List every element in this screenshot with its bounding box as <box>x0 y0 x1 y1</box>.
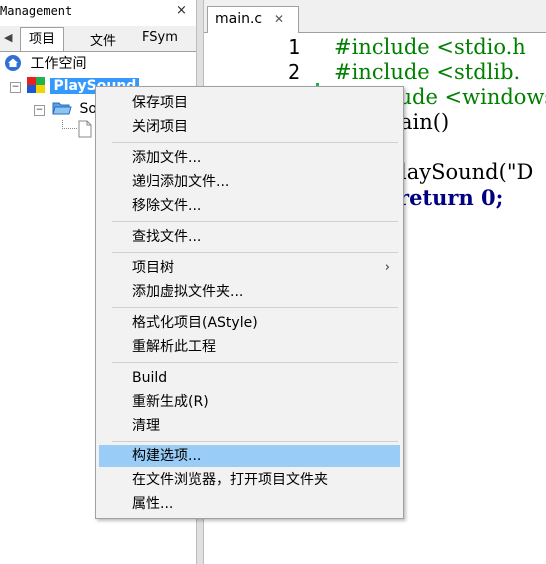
menu-separator <box>112 441 398 442</box>
menu-item-save-project[interactable]: 保存项目 <box>99 92 400 114</box>
code-line-2: #include <stdlib. <box>334 60 521 84</box>
workspace-label: 工作空间 <box>30 56 87 72</box>
tab-close-icon[interactable]: ✕ <box>274 7 284 31</box>
menu-item-open-in-file-browser[interactable]: 在文件浏览器，打开项目文件夹 <box>99 469 400 491</box>
management-close-icon[interactable]: × <box>176 3 187 18</box>
menu-item-add-files-recursive[interactable]: 递归添加文件... <box>99 171 400 193</box>
menu-separator <box>112 362 398 363</box>
menu-item-reparse-project[interactable]: 重解析此工程 <box>99 336 400 358</box>
tab-files[interactable]: 文件 <box>90 30 116 49</box>
line-number-2: 2 <box>287 60 300 84</box>
folder-open-icon <box>52 102 72 115</box>
file-icon <box>78 120 92 138</box>
code-line-4: ain() <box>400 110 450 134</box>
workspace-home-icon <box>5 55 21 71</box>
tab-scroll-left-icon[interactable]: ◀ <box>4 31 12 44</box>
menu-item-build-options[interactable]: 构建选项... <box>99 445 400 467</box>
menu-item-close-project[interactable]: 关闭项目 <box>99 116 400 138</box>
project-collapse-icon[interactable]: − <box>10 82 21 93</box>
menu-item-rebuild[interactable]: 重新生成(R) <box>99 391 400 413</box>
menu-item-add-virtual-folder[interactable]: 添加虚拟文件夹... <box>99 281 400 303</box>
menu-item-add-files[interactable]: 添加文件... <box>99 147 400 169</box>
menu-item-build[interactable]: Build <box>99 367 400 389</box>
folder-collapse-icon[interactable]: − <box>34 105 45 116</box>
tree-item-sources[interactable]: So <box>52 99 97 119</box>
management-title: Management <box>0 4 73 18</box>
menu-separator <box>112 252 398 253</box>
menu-separator <box>112 142 398 143</box>
tab-projects[interactable]: 项目 <box>20 27 65 51</box>
code-line-3: clude <windows <box>380 85 546 109</box>
menu-item-remove-files[interactable]: 移除文件... <box>99 195 400 217</box>
menu-item-project-tree[interactable]: 项目树 › <box>99 257 400 279</box>
tab-fsymbols[interactable]: FSym <box>142 30 178 45</box>
menu-separator <box>112 221 398 222</box>
code-line-5: laySound("D <box>400 160 534 184</box>
code-line-1: #include <stdio.h <box>334 35 526 59</box>
menu-item-find-file[interactable]: 查找文件... <box>99 226 400 248</box>
project-icon <box>27 77 45 93</box>
project-context-menu: 保存项目 关闭项目 添加文件... 递归添加文件... 移除文件... 查找文件… <box>95 86 404 519</box>
menu-item-properties[interactable]: 属性... <box>99 493 400 515</box>
menu-item-format-project[interactable]: 格式化项目(AStyle) <box>99 312 400 334</box>
tree-connector <box>62 120 77 129</box>
submenu-arrow-icon: › <box>384 260 390 275</box>
line-number-1: 1 <box>287 35 300 59</box>
menu-item-clean[interactable]: 清理 <box>99 415 400 437</box>
management-tabs: ◀ 项目 文件 FSym <box>0 26 196 52</box>
code-line-6: return 0; <box>398 185 504 210</box>
tab-main-c[interactable]: main.c ✕ <box>207 6 299 33</box>
tab-main-c-label: main.c <box>215 11 263 27</box>
tree-item-file[interactable] <box>78 120 92 140</box>
editor-tabs: main.c ✕ <box>204 0 546 33</box>
menu-separator <box>112 307 398 308</box>
tree-item-workspace[interactable]: 工作空间 <box>4 54 86 74</box>
